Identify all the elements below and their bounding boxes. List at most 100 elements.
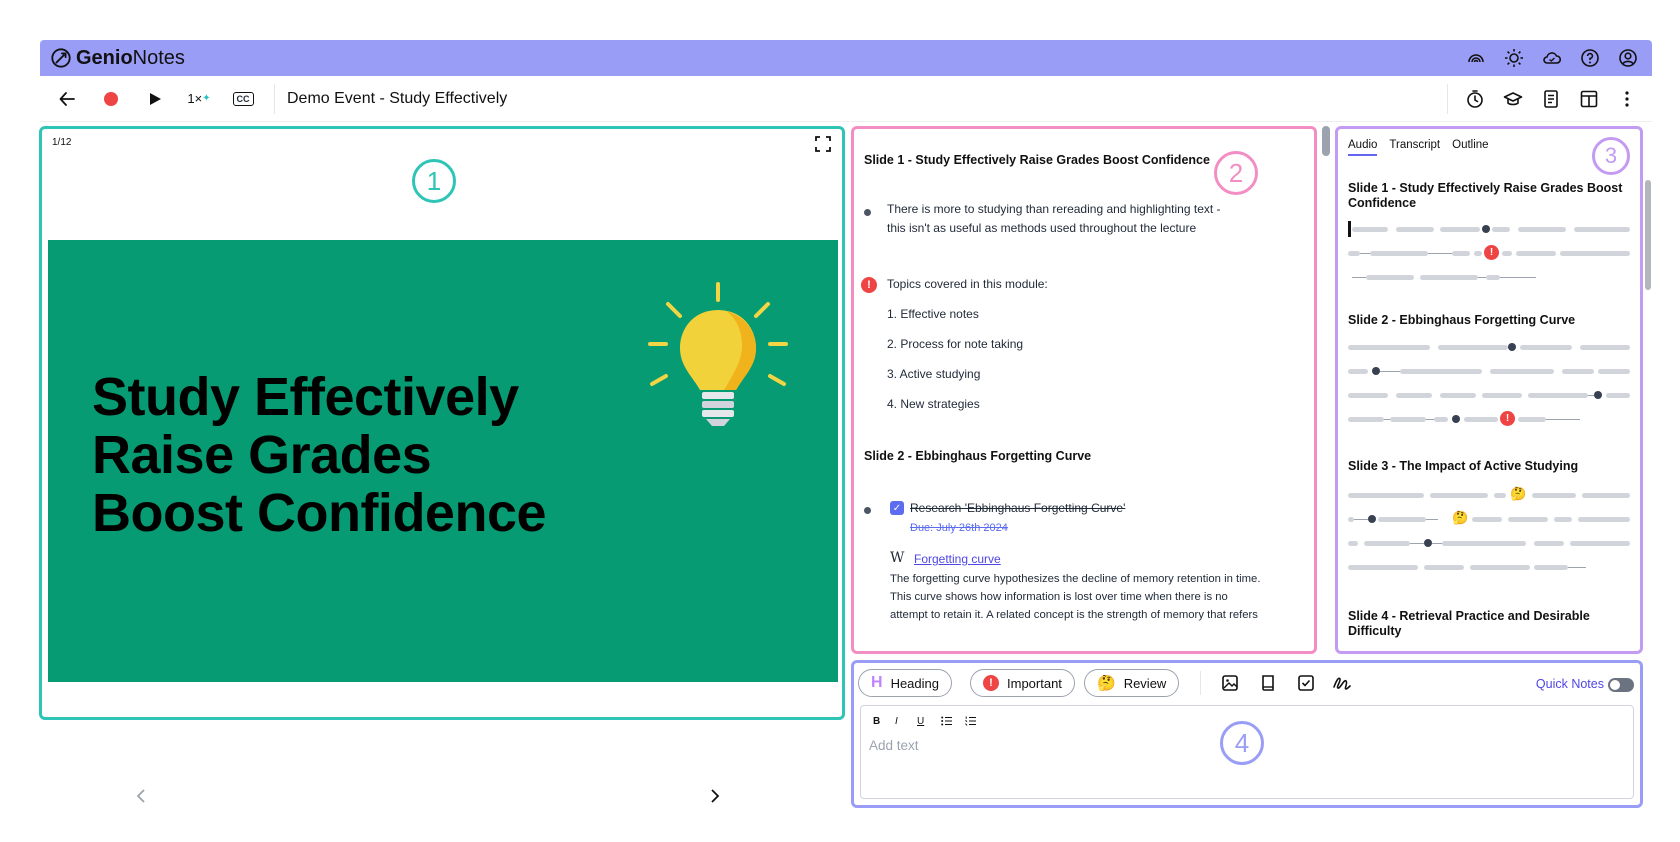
important-icon: ! [861, 277, 877, 293]
review-icon: 🤔 [1097, 675, 1116, 692]
fullscreen-icon[interactable] [814, 135, 832, 153]
app-logo[interactable]: GenioNotes [50, 47, 185, 70]
review-icon: 🤔 [1452, 510, 1469, 525]
audio-waveform[interactable]: ! [1348, 245, 1633, 260]
list-item[interactable]: 4. New strategies [887, 395, 980, 414]
audio-waveform[interactable] [1348, 367, 1633, 375]
back-button[interactable] [54, 86, 80, 112]
signal-icon[interactable] [1466, 48, 1486, 68]
audio-panel: Audio Transcript Outline 3 Slide 1 - Stu… [1335, 126, 1643, 654]
audio-scrollbar[interactable] [1645, 180, 1651, 290]
audio-slide-heading[interactable]: Slide 1 - Study Effectively Raise Grades… [1348, 181, 1633, 211]
bullet [864, 507, 871, 514]
graduation-cap-icon[interactable] [1502, 88, 1524, 110]
image-icon[interactable] [1220, 673, 1240, 693]
editor-placeholder: Add text [869, 738, 919, 753]
account-icon[interactable] [1618, 48, 1638, 68]
play-button[interactable] [142, 86, 168, 112]
list-item[interactable]: 3. Active studying [887, 365, 980, 384]
task-text: Research 'Ebbinghaus Forgetting Curve' [910, 501, 1126, 515]
task-checkbox[interactable]: ✓ [890, 501, 904, 515]
audio-slide-heading[interactable]: Slide 3 - The Impact of Active Studying [1348, 459, 1633, 474]
note-paragraph[interactable]: There is more to studying than rereading… [887, 200, 1221, 238]
toolbar-divider [1447, 83, 1448, 114]
sparkle-icon: ✦ [202, 93, 211, 104]
app-header: GenioNotes [40, 40, 1652, 76]
note-heading: Slide 1 - Study Effectively Raise Grades… [864, 153, 1210, 167]
logo-icon [51, 48, 71, 68]
next-slide-button[interactable] [704, 786, 724, 806]
captions-button[interactable]: CC [230, 86, 256, 112]
numbered-list-button[interactable] [965, 716, 976, 729]
wikipedia-icon: W [890, 550, 905, 566]
important-button-label: Important [1007, 675, 1062, 691]
audio-waveform[interactable] [1348, 225, 1633, 233]
important-icon: ! [1484, 245, 1499, 260]
tab-transcript[interactable]: Transcript [1389, 139, 1440, 156]
notes-scrollbar[interactable] [1322, 126, 1330, 156]
bullet-list-icon [941, 716, 952, 726]
prev-slide-button[interactable] [132, 786, 152, 806]
more-icon[interactable] [1616, 88, 1638, 110]
audio-slide-heading[interactable]: Slide 4 - Retrieval Practice and Desirab… [1348, 609, 1633, 639]
help-icon[interactable] [1580, 48, 1600, 68]
sun-icon[interactable] [1504, 48, 1524, 68]
cloud-icon[interactable] [1542, 48, 1562, 68]
numbered-list-icon [965, 716, 976, 726]
heading-icon: H [871, 674, 883, 691]
review-button[interactable]: 🤔 Review [1084, 669, 1180, 697]
forgetting-curve-link[interactable]: Forgetting curve [914, 550, 1001, 569]
note-paragraph[interactable]: Topics covered in this module: [887, 275, 1048, 294]
italic-button[interactable]: I [895, 716, 898, 727]
task-due-date: Due: July 26th 2024 [910, 522, 1008, 534]
record-icon [104, 91, 118, 106]
important-icon: ! [1500, 411, 1515, 426]
quick-notes-label: Quick Notes [1535, 677, 1604, 691]
speed-button[interactable]: 1× ✦ [186, 86, 212, 112]
layout-icon[interactable] [1578, 88, 1600, 110]
document-icon[interactable] [1540, 88, 1562, 110]
note-heading: Slide 2 - Ebbinghaus Forgetting Curve [864, 449, 1092, 463]
slide-title: Study Effectively Raise Grades Boost Con… [92, 367, 547, 543]
audio-slide-heading[interactable]: Slide 2 - Ebbinghaus Forgetting Curve [1348, 313, 1633, 328]
timer-icon[interactable] [1464, 88, 1486, 110]
bold-button[interactable]: B [873, 716, 880, 727]
tab-outline[interactable]: Outline [1452, 139, 1488, 156]
region-badge-1: 1 [412, 159, 456, 203]
logo-text: GenioNotes [76, 46, 185, 69]
list-item[interactable]: 2. Process for note taking [887, 335, 1023, 354]
quick-notes-editor: H Heading ! Important 🤔 Review Quick Not… [851, 660, 1643, 808]
important-icon: ! [983, 675, 999, 691]
review-icon: 🤔 [1510, 486, 1527, 501]
quick-notes-toggle[interactable] [1608, 678, 1634, 692]
audio-waveform[interactable] [1348, 391, 1633, 399]
audio-waveform[interactable]: 🤔 [1348, 510, 1633, 525]
audio-waveform[interactable] [1348, 563, 1633, 571]
list-item[interactable]: 1. Effective notes [887, 305, 979, 324]
bullet [864, 209, 871, 216]
audio-waveform[interactable] [1348, 273, 1633, 281]
tab-audio[interactable]: Audio [1348, 139, 1378, 156]
audio-waveform[interactable] [1348, 343, 1633, 351]
toolbar-divider [274, 83, 275, 114]
document-title: Demo Event - Study Effectively [287, 89, 508, 107]
lightbulb-icon [648, 282, 788, 426]
bullet-list-button[interactable] [941, 716, 952, 729]
underline-button[interactable]: U [917, 716, 924, 727]
review-button-label: Review [1123, 675, 1167, 691]
audio-waveform[interactable] [1348, 539, 1633, 547]
slide-viewer: 1/12 1 Study Effectively Raise Grades Bo… [39, 126, 845, 720]
heading-button[interactable]: H Heading [858, 669, 952, 697]
region-badge-2: 2 [1214, 151, 1258, 195]
notes-panel: 2 Slide 1 - Study Effectively Raise Grad… [851, 126, 1317, 654]
toolbar-divider [1200, 671, 1201, 695]
region-badge-4: 4 [1220, 721, 1264, 765]
important-button[interactable]: ! Important [970, 669, 1075, 697]
link-description: The forgetting curve hypothesizes the de… [890, 573, 1261, 621]
book-icon[interactable] [1258, 673, 1278, 693]
audio-waveform[interactable]: 🤔 [1348, 486, 1633, 501]
checkbox-icon[interactable] [1296, 673, 1316, 693]
drawing-icon[interactable] [1332, 673, 1352, 693]
record-button[interactable] [98, 86, 124, 112]
audio-waveform[interactable]: ! [1348, 411, 1633, 426]
